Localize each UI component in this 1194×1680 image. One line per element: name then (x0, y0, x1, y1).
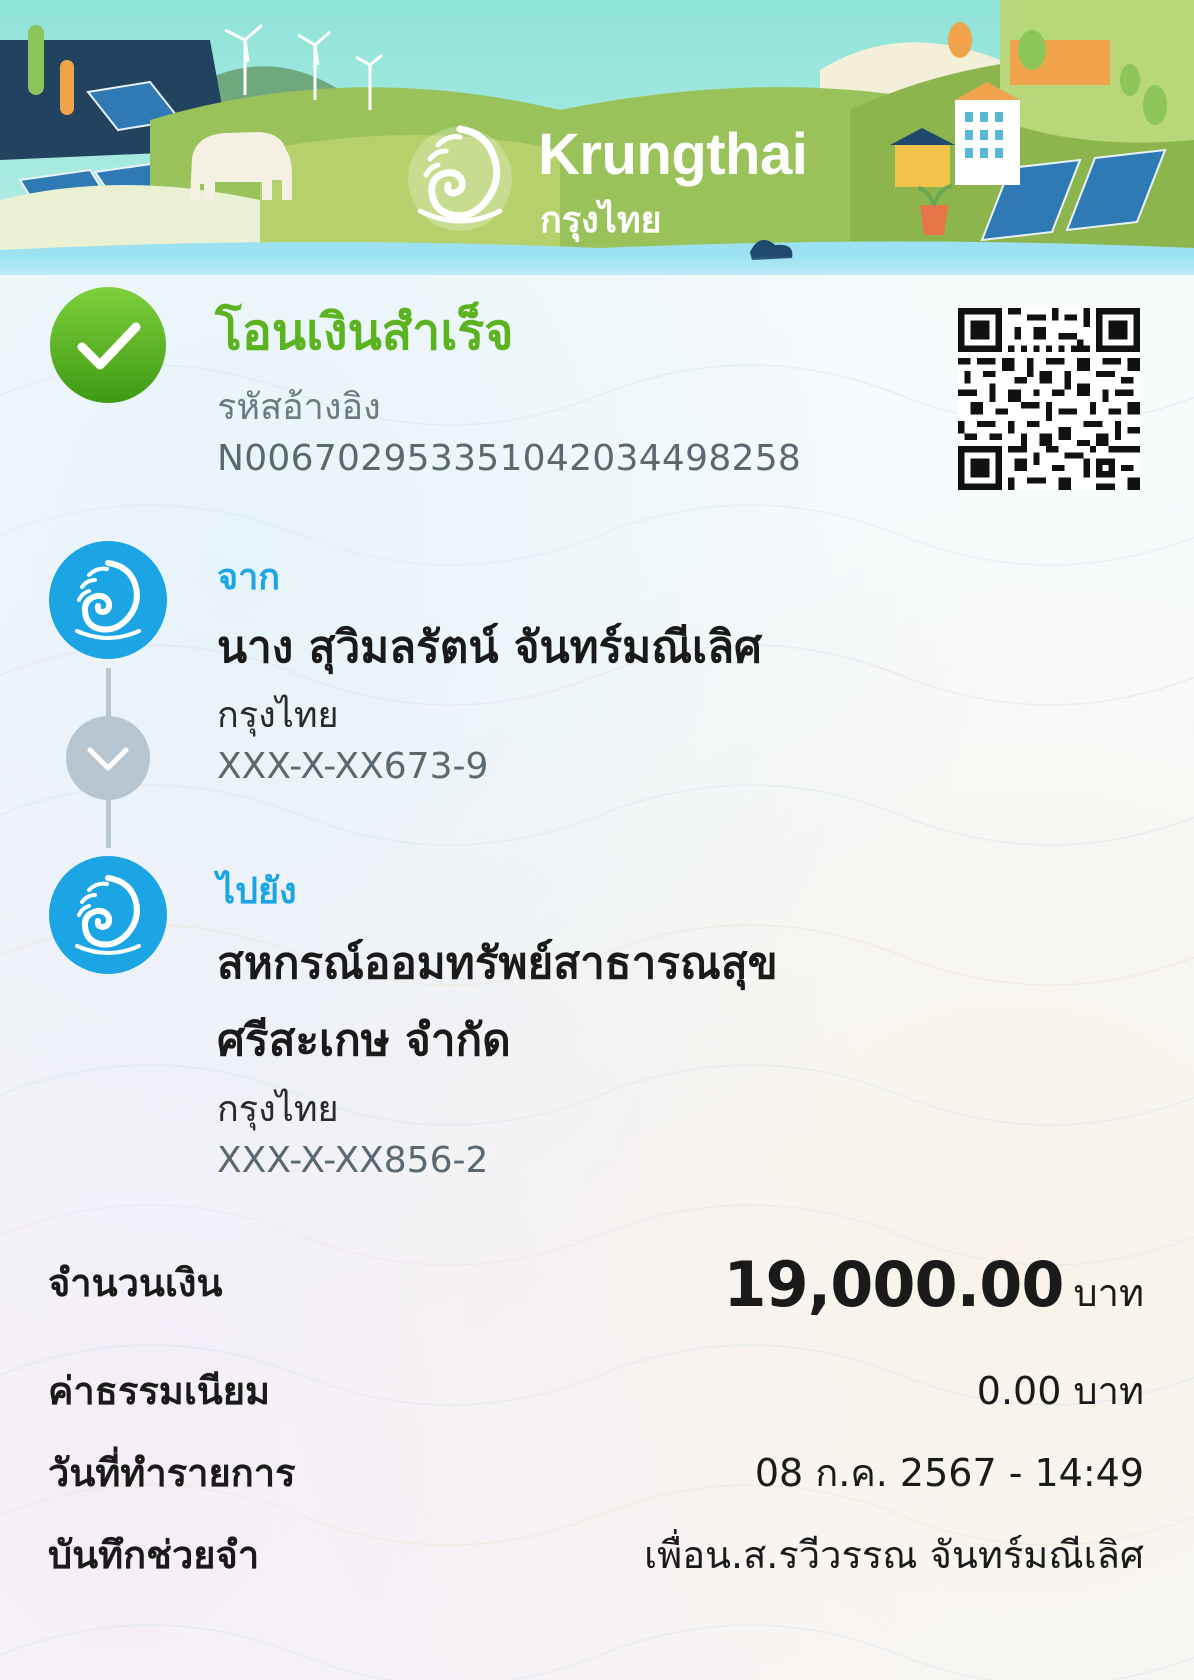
status-title: โอนเงินสำเร็จ (215, 303, 514, 361)
fee-value: 0.00 บาท (976, 1369, 1144, 1413)
brand-lockup: Krungthai กรุงไทย (400, 115, 820, 245)
chevron-down-icon (87, 747, 129, 771)
header-banner: Krungthai กรุงไทย (0, 0, 1194, 300)
brand-name-th: กรุงไทย (540, 200, 662, 241)
recipient-account: XXX-X-XX856-2 (217, 1140, 489, 1181)
check-circle-icon (50, 287, 166, 403)
qr-code[interactable] (958, 308, 1140, 490)
sender-name: นาง สุวิมลรัตน์ จันทร์มณีเลิศ (217, 622, 762, 673)
from-bank-logo (49, 541, 167, 659)
recipient-name-line2: ศรีสะเกษ จำกัด (217, 1015, 511, 1066)
reference-number: N006702953351042034498258 (217, 438, 802, 479)
memo-label: บันทึกช่วยจำ (48, 1533, 260, 1577)
amount-unit: บาท (1073, 1271, 1144, 1315)
transfer-connector-line (106, 668, 111, 720)
sender-account: XXX-X-XX673-9 (217, 746, 489, 787)
amount-number: 19,000.00 (723, 1248, 1064, 1321)
transfer-connector-line (106, 798, 111, 848)
memo-value: เพื่อน.ส.รวีวรรณ จันทร์มณีเลิศ (644, 1533, 1144, 1577)
krungthai-logo-icon (75, 875, 141, 955)
transaction-date-label: วันที่ทำรายการ (48, 1451, 296, 1495)
transaction-date-value: 08 ก.ค. 2567 - 14:49 (754, 1451, 1144, 1495)
recipient-bank: กรุงไทย (217, 1089, 339, 1130)
fee-label: ค่าธรรมเนียม (48, 1369, 271, 1413)
to-bank-logo (49, 856, 167, 974)
recipient-name-line1: สหกรณ์ออมทรัพย์สาธารณสุข (217, 938, 778, 989)
to-label: ไปยัง (217, 871, 297, 912)
amount-value: 19,000.00 บาท (723, 1248, 1144, 1323)
krungthai-logo-icon (75, 560, 141, 640)
transfer-arrow (66, 716, 150, 800)
reference-label: รหัสอ้างอิง (217, 387, 381, 428)
from-label: จาก (217, 557, 281, 598)
amount-label: จำนวนเงิน (48, 1261, 223, 1305)
sender-bank: กรุงไทย (217, 695, 339, 736)
brand-name-en: Krungthai (538, 122, 808, 187)
garuda-logo-icon (408, 125, 512, 231)
